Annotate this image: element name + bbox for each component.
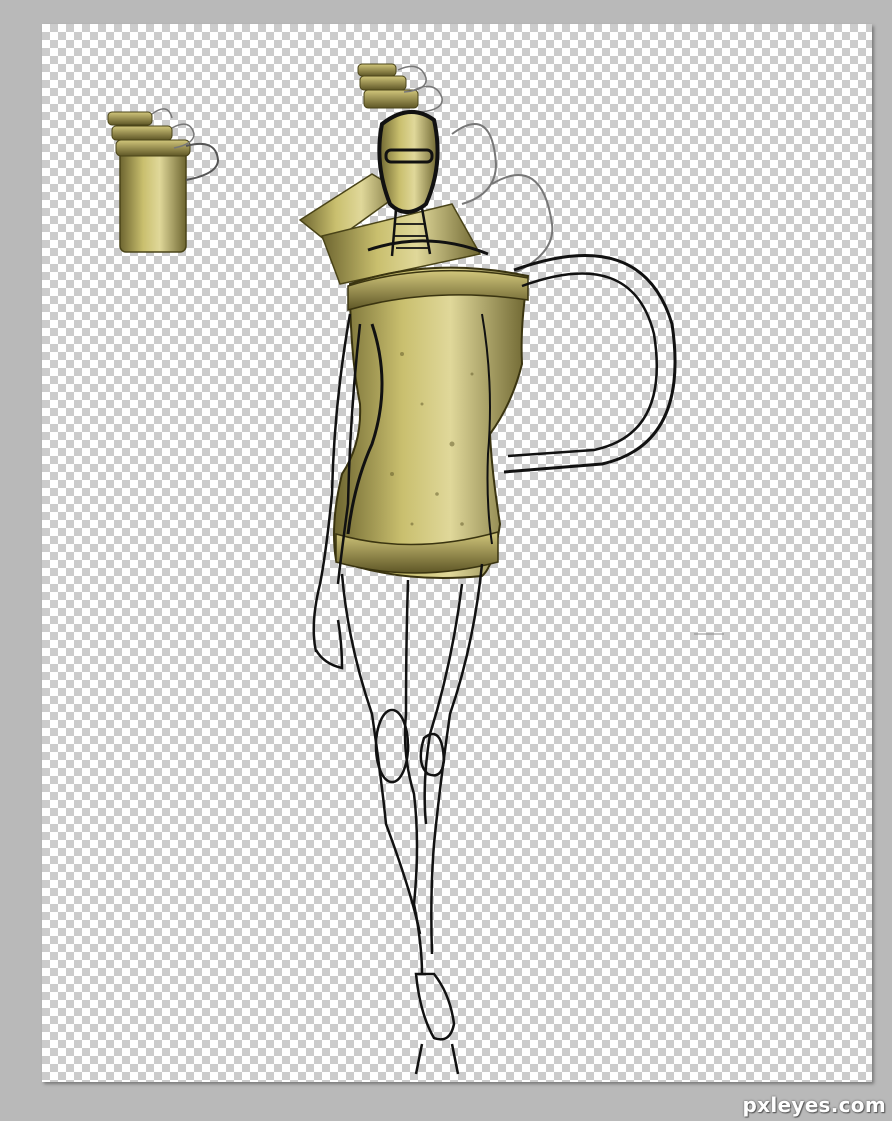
document-canvas[interactable] bbox=[42, 24, 872, 1082]
head-mug-stack bbox=[357, 63, 443, 113]
small-mug bbox=[107, 108, 220, 253]
corset-mug-body bbox=[333, 254, 677, 579]
artwork bbox=[107, 63, 724, 1075]
watermark: pxleyes.com bbox=[742, 1093, 886, 1117]
